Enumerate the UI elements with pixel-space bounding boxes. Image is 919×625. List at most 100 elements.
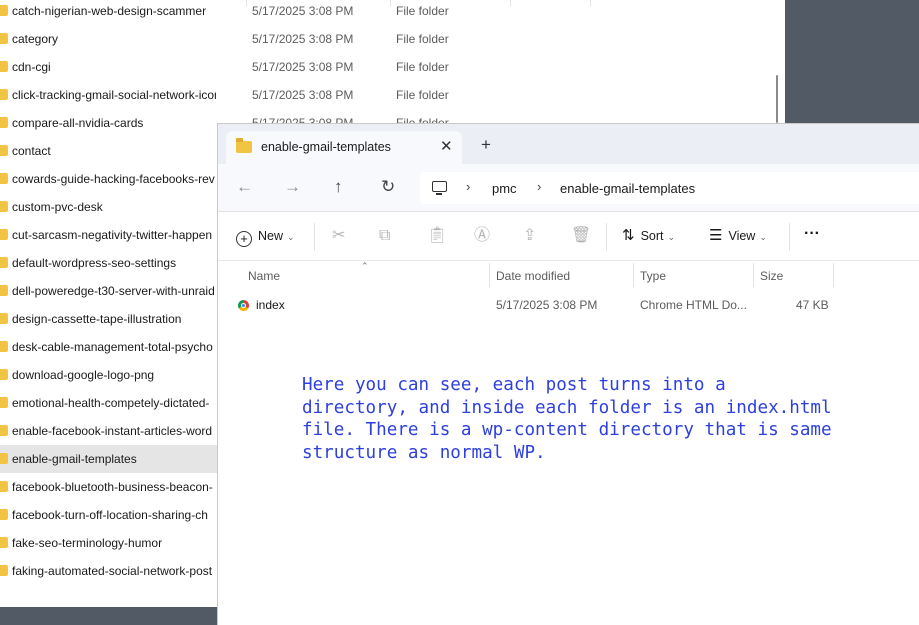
breadcrumb-chevron-icon[interactable]: › [537, 179, 541, 194]
folder-icon [0, 369, 8, 380]
column-size[interactable]: Size [760, 269, 783, 283]
folder-name: compare-all-nvidia-cards [12, 116, 144, 130]
column-date-modified[interactable]: Date modified [496, 269, 570, 283]
toolbar-divider [789, 223, 790, 251]
address-bar[interactable]: › pmc › enable-gmail-templates [420, 172, 919, 204]
chrome-html-file-icon [238, 300, 249, 311]
folder-icon [0, 509, 8, 520]
folder-name: cowards-guide-hacking-facebooks-rev [12, 172, 215, 186]
breadcrumb-enable-gmail-templates[interactable]: enable-gmail-templates [560, 181, 695, 196]
file-type: Chrome HTML Do... [640, 298, 747, 312]
folder-date: 5/17/2025 3:08 PM [252, 88, 354, 102]
back-list-row[interactable]: click-tracking-gmail-social-network-icon… [0, 81, 770, 109]
column-divider[interactable] [489, 263, 490, 287]
folder-name: dell-poweredge-t30-server-with-unraid [12, 284, 215, 298]
folder-type: File folder [396, 32, 449, 46]
column-divider[interactable] [633, 263, 634, 287]
tab-enable-gmail-templates[interactable]: enable-gmail-templates ✕ [226, 131, 462, 164]
folder-name: enable-facebook-instant-articles-word [12, 424, 213, 438]
toolbar-divider [606, 223, 607, 251]
folder-name: category [12, 32, 59, 46]
file-size: 47 KB [796, 298, 829, 312]
forward-arrow-icon[interactable]: → [284, 177, 301, 197]
folder-icon [0, 33, 8, 44]
folder-type: File folder [396, 60, 449, 74]
breadcrumb-pmc[interactable]: pmc [492, 181, 517, 196]
up-arrow-icon[interactable]: ↑ [334, 177, 343, 197]
folder-icon [0, 5, 8, 16]
file-row[interactable]: index 5/17/2025 3:08 PM Chrome HTML Do..… [218, 291, 919, 319]
paste-icon[interactable]: 📋︎ [427, 226, 447, 246]
annotation-text: Here you can see, each post turns into a… [302, 375, 832, 463]
sort-icon: ⇅ [622, 227, 635, 244]
back-list-row[interactable]: catch-nigerian-web-design-scammer 5/17/20… [0, 0, 770, 25]
share-icon[interactable]: ⇪ [523, 226, 536, 246]
new-label: New [258, 229, 284, 243]
folder-icon [0, 565, 8, 576]
folder-name: contact [12, 144, 51, 158]
command-bar: + New ⌄ ✂ ⧉ 📋︎ Ⓐ ⇪ 🗑︎ ⇅ Sort ⌄ ☰ View ⌄ ··· [218, 213, 919, 261]
view-button[interactable]: ☰ View ⌄ [709, 227, 767, 246]
folder-icon [0, 285, 8, 296]
folder-icon [0, 537, 8, 548]
folder-name: fake-seo-terminology-humor [12, 536, 163, 550]
folder-icon [0, 313, 8, 324]
folder-name: custom-pvc-desk [12, 200, 103, 214]
folder-name: cut-sarcasm-negativity-twitter-happen [12, 228, 213, 242]
copy-icon[interactable]: ⧉ [379, 226, 390, 246]
sort-label: Sort [640, 229, 664, 243]
folder-name: desk-cable-management-total-psycho [12, 340, 213, 354]
folder-icon [0, 201, 8, 212]
folder-icon [0, 145, 8, 156]
breadcrumb-chevron-icon[interactable]: › [466, 179, 470, 194]
sort-button[interactable]: ⇅ Sort ⌄ [622, 227, 675, 246]
folder-icon [0, 117, 8, 128]
folder-icon [0, 229, 8, 240]
new-button[interactable]: + New ⌄ [236, 227, 295, 247]
foreground-explorer-window: enable-gmail-templates ✕ + ← → ↑ ↻ › pmc… [217, 123, 919, 625]
chevron-down-icon: ⌄ [759, 232, 767, 242]
folder-icon [0, 481, 8, 492]
folder-name: faking-automated-social-network-post [12, 564, 213, 578]
navigation-bar: ← → ↑ ↻ › pmc › enable-gmail-templates [218, 164, 919, 212]
chevron-down-icon: ⌄ [667, 232, 676, 242]
this-pc-icon[interactable] [432, 181, 447, 195]
column-name[interactable]: Name [248, 269, 280, 283]
sort-ascending-icon: ⌃ [361, 261, 369, 271]
file-date-modified: 5/17/2025 3:08 PM [496, 298, 598, 312]
refresh-icon[interactable]: ↻ [381, 177, 395, 197]
folder-date: 5/17/2025 3:08 PM [252, 4, 354, 18]
folder-name: default-wordpress-seo-settings [12, 256, 177, 270]
more-options-button[interactable]: ··· [804, 225, 820, 243]
close-tab-icon[interactable]: ✕ [440, 137, 453, 155]
chevron-down-icon: ⌄ [287, 232, 295, 242]
folder-icon [0, 257, 8, 268]
back-list-row[interactable]: category 5/17/2025 3:08 PM File folder [0, 25, 770, 53]
back-list-row[interactable]: cdn-cgi 5/17/2025 3:08 PM File folder [0, 53, 770, 81]
folder-type: File folder [396, 4, 449, 18]
column-type[interactable]: Type [640, 269, 666, 283]
folder-icon [0, 397, 8, 408]
folder-name: enable-gmail-templates [12, 452, 137, 466]
folder-icon [0, 453, 8, 464]
delete-icon[interactable]: 🗑︎ [571, 226, 591, 246]
column-divider[interactable] [833, 263, 834, 287]
new-tab-button[interactable]: + [481, 136, 491, 153]
folder-icon [0, 89, 8, 100]
view-label: View [728, 229, 756, 243]
rename-icon[interactable]: Ⓐ [474, 226, 490, 246]
folder-name: design-cassette-tape-illustration [12, 312, 182, 326]
back-arrow-icon[interactable]: ← [236, 177, 253, 197]
folder-icon [236, 138, 252, 153]
folder-icon [0, 425, 8, 436]
tab-title: enable-gmail-templates [261, 140, 391, 154]
file-name: index [256, 298, 285, 312]
folder-icon [0, 341, 8, 352]
folder-name: cdn-cgi [12, 60, 51, 74]
folder-name: facebook-bluetooth-business-beacon- [12, 480, 213, 494]
tab-bar: enable-gmail-templates ✕ + [218, 124, 919, 164]
back-scrollbar[interactable] [776, 75, 778, 123]
column-divider[interactable] [753, 263, 754, 287]
folder-name: emotional-health-competely-dictated- [12, 396, 210, 410]
cut-icon[interactable]: ✂ [332, 226, 345, 246]
